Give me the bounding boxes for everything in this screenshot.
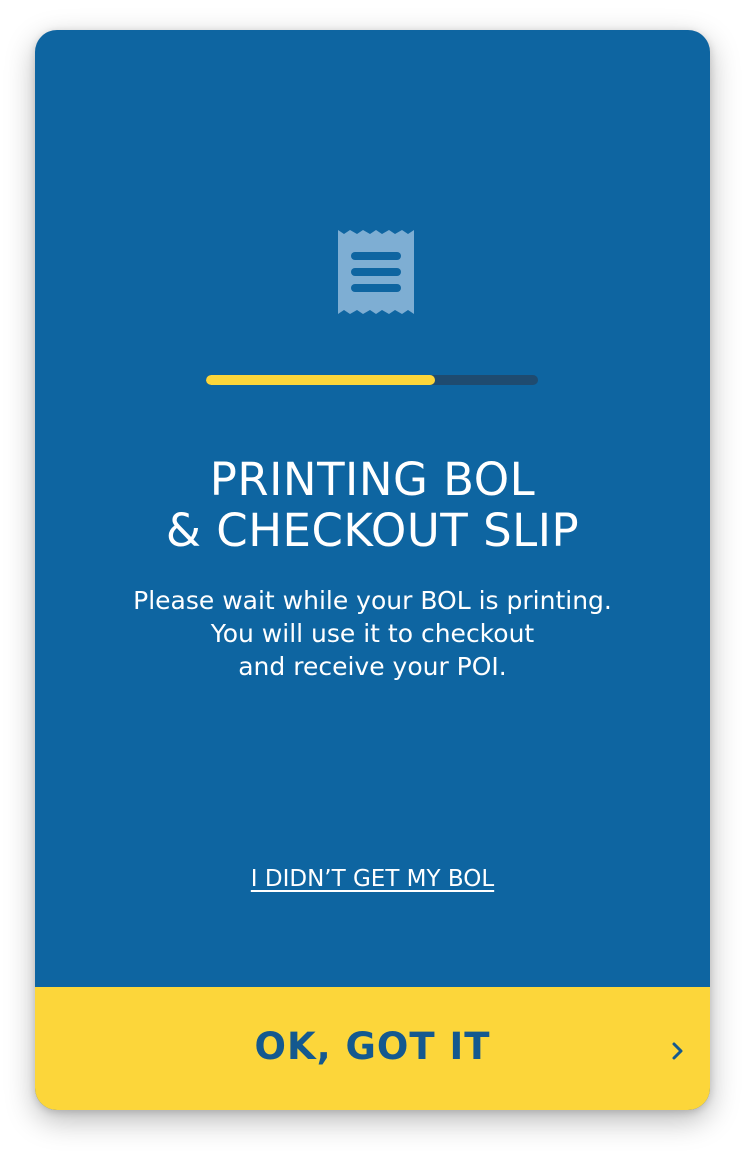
dialog-description: Please wait while your BOL is printing. … — [35, 584, 710, 683]
ok-button-label: OK, GOT IT — [254, 1025, 491, 1068]
chevron-right-icon — [672, 1042, 683, 1060]
description-line: Please wait while your BOL is printing. — [133, 586, 612, 615]
print-progress-fill — [206, 375, 436, 385]
description-line: You will use it to checkout — [210, 619, 535, 648]
print-progress-bar — [206, 375, 538, 385]
ok-got-it-button[interactable]: OK, GOT IT — [35, 987, 710, 1110]
description-line: and receive your POI. — [238, 652, 507, 681]
dialog-title-line: PRINTING BOL — [209, 453, 536, 506]
dialog-title-line: & CHECKOUT SLIP — [165, 504, 580, 557]
didnt-get-bol-link[interactable]: I DIDN’T GET MY BOL — [251, 866, 494, 892]
link-container: I DIDN’T GET MY BOL — [35, 866, 710, 892]
printing-dialog: PRINTING BOL & CHECKOUT SLIP Please wait… — [35, 30, 710, 1110]
dialog-title: PRINTING BOL & CHECKOUT SLIP — [35, 454, 710, 556]
receipt-icon — [338, 230, 414, 314]
